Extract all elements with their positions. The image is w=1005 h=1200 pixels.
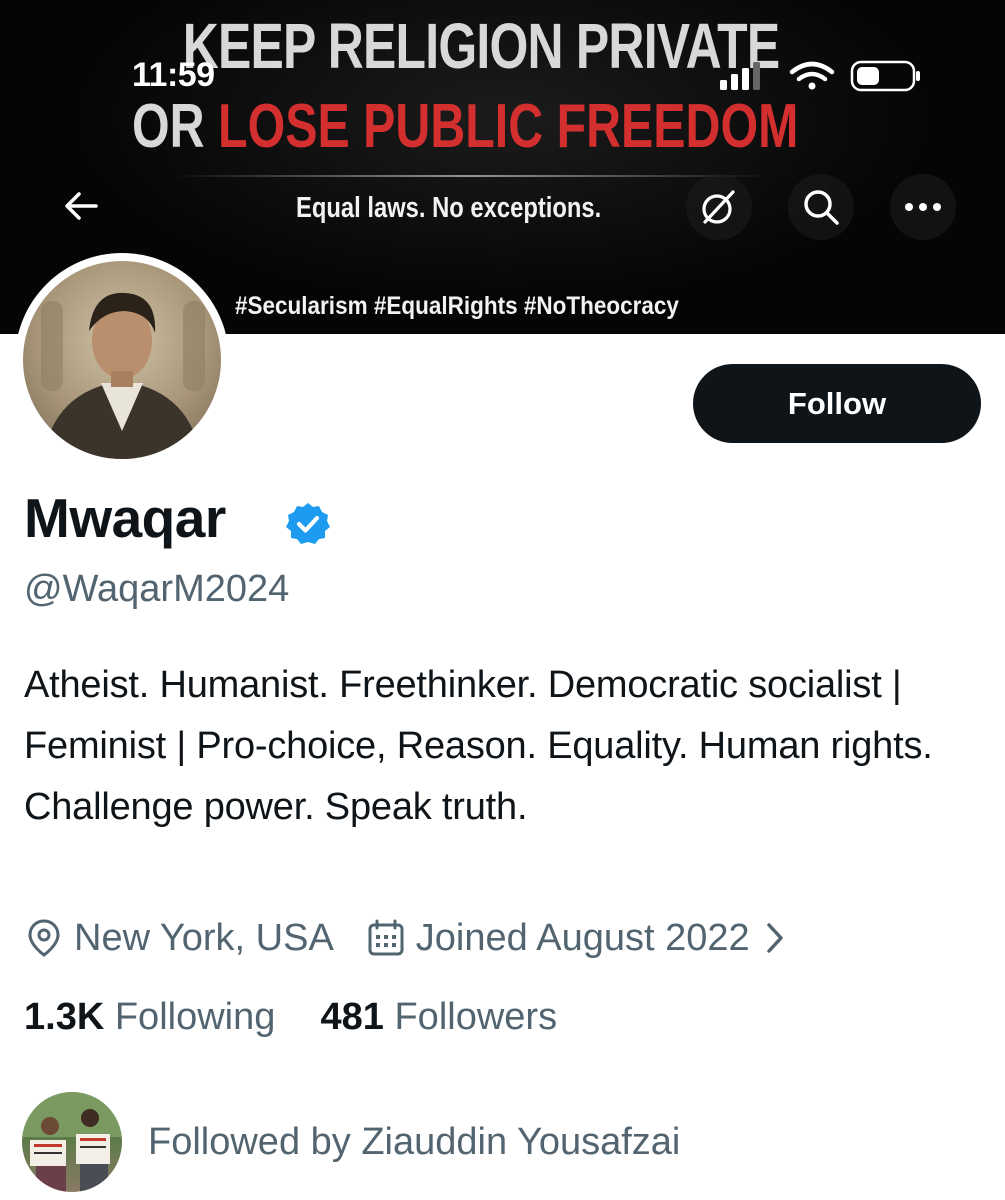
banner-divider [170, 175, 770, 177]
back-button[interactable] [48, 173, 114, 239]
more-button[interactable] [890, 174, 956, 240]
profile-avatar[interactable] [15, 253, 229, 467]
banner-headline-red: LOSE PUBLIC FREEDOM [218, 92, 799, 161]
status-time: 11:59 [132, 56, 215, 94]
calendar-icon [366, 918, 406, 958]
following-label: Following [114, 996, 276, 1038]
chevron-right-icon[interactable] [764, 921, 786, 955]
followers-count: 481 [320, 996, 384, 1038]
status-icons [716, 56, 926, 101]
profile-meta: New York, USA Joined August 2022 [24, 912, 796, 964]
search-button[interactable] [788, 174, 854, 240]
more-horizontal-icon [905, 203, 941, 211]
following-link[interactable]: 1.3K Following [24, 996, 275, 1038]
cellular-signal-icon [720, 62, 760, 90]
follow-stats: 1.3K Following 481 Followers [24, 996, 557, 1039]
profile-joined-date[interactable]: Joined August 2022 [416, 917, 750, 960]
location-icon [24, 918, 64, 958]
followed-by-text: Followed by Ziauddin Yousafzai [148, 1120, 681, 1163]
followers-link[interactable]: 481 Followers [321, 996, 558, 1038]
profile-bio: Atheist. Humanist. Freethinker. Democrat… [24, 664, 933, 828]
profile-handle: @WaqarM2024 [24, 568, 290, 610]
followed-by-row[interactable]: Followed by Ziauddin Yousafzai [22, 1092, 681, 1192]
battery-icon [850, 60, 920, 92]
banner-headline-prefix: OR [132, 92, 219, 161]
followers-label: Followers [394, 996, 558, 1038]
grok-button[interactable] [686, 174, 752, 240]
search-icon [804, 190, 839, 225]
profile-location: New York, USA [74, 916, 334, 959]
banner-headline-line2: OR LOSE PUBLIC FREEDOM [103, 96, 887, 158]
verified-badge-icon[interactable] [285, 501, 331, 552]
banner-hashtags: #Secularism #EqualRights #NoTheocracy [235, 292, 679, 320]
arrow-left-icon [65, 192, 98, 220]
banner-tagline: Equal laws. No exceptions. [296, 192, 602, 224]
follow-button[interactable]: Follow [693, 364, 981, 443]
avatar-photo [23, 261, 221, 459]
display-name: Mwaqar [24, 487, 226, 549]
grok-icon [702, 190, 735, 224]
wifi-icon [789, 61, 835, 90]
follower-avatar [22, 1092, 122, 1192]
following-count: 1.3K [24, 996, 105, 1038]
